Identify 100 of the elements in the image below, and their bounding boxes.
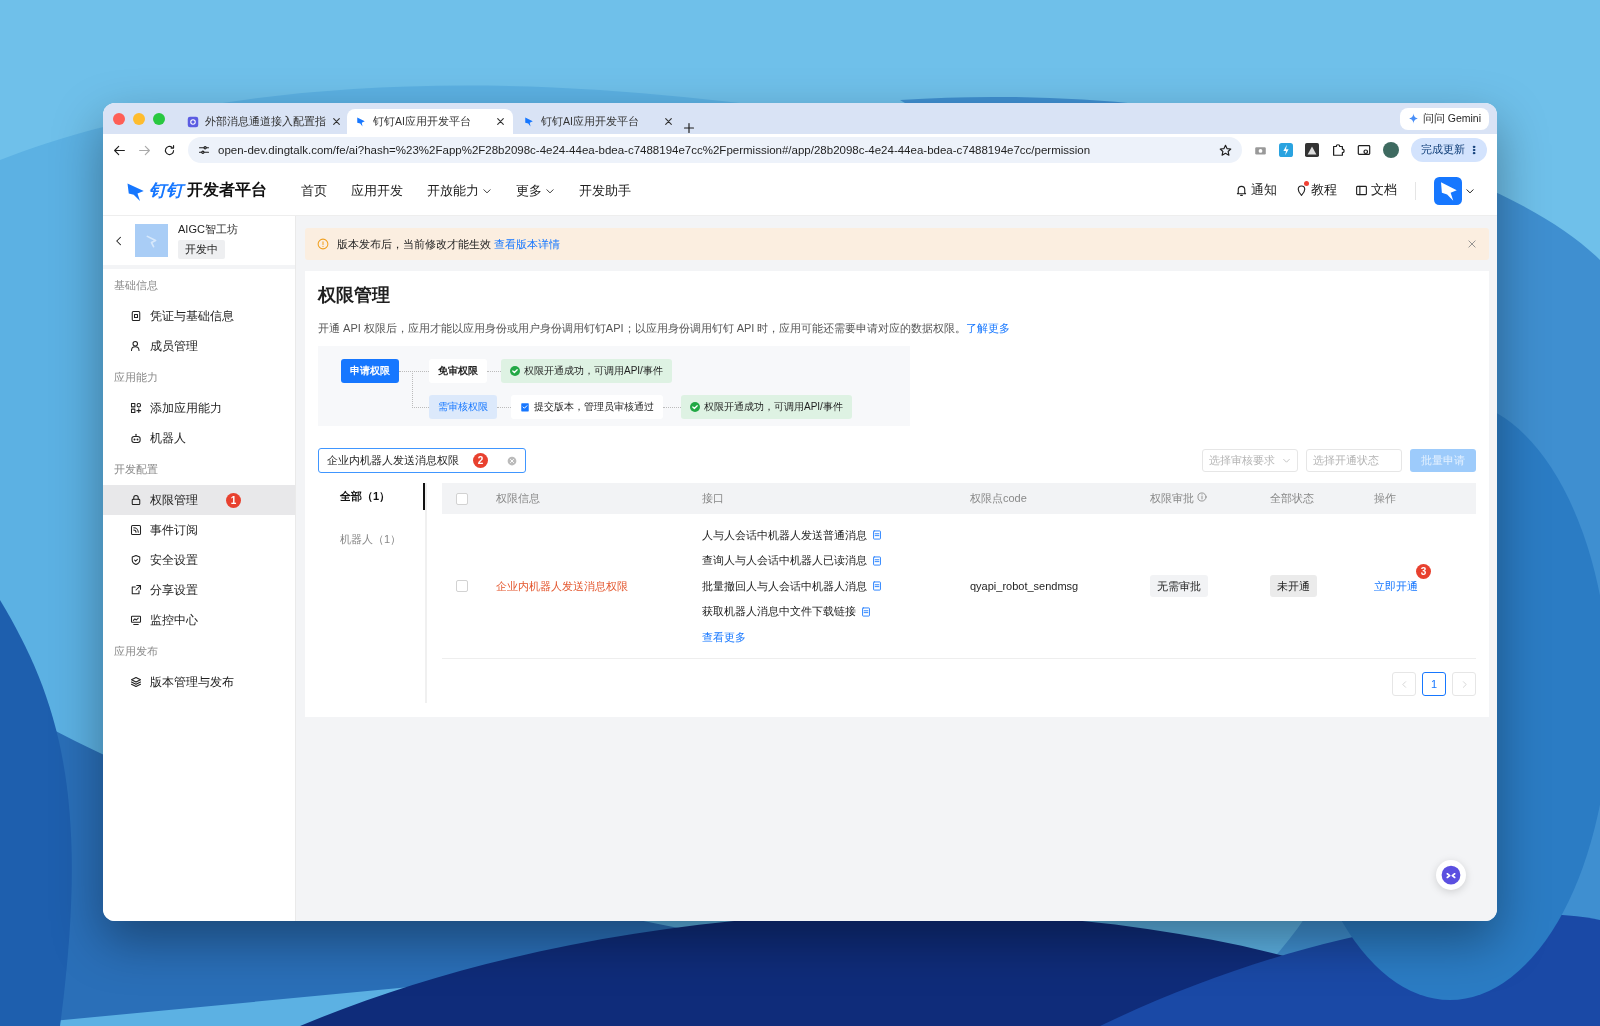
sidebar-section-title: 应用能力 bbox=[113, 370, 159, 385]
view-more-link[interactable]: 查看更多 bbox=[702, 629, 746, 645]
info-icon bbox=[1197, 492, 1208, 502]
zoom-window-button[interactable] bbox=[153, 112, 165, 125]
clipboard-icon bbox=[520, 402, 530, 412]
api-name: 人与人会话中机器人发送普通消息 bbox=[702, 527, 867, 543]
header-link[interactable]: 教程 bbox=[1295, 182, 1337, 199]
sidebar-item[interactable]: 版本管理与发布 bbox=[103, 667, 295, 697]
notice-text: 版本发布后，当前修改才能生效 bbox=[337, 237, 491, 250]
flow-result: 权限开通成功，可调用API/事件 bbox=[681, 395, 852, 419]
flow-step: 提交版本，管理员审核通过 bbox=[511, 395, 663, 419]
clear-icon bbox=[507, 455, 517, 466]
bird-icon bbox=[355, 115, 367, 128]
column-header: 权限点code bbox=[970, 492, 1027, 504]
apply-permission-button[interactable]: 申请权限 bbox=[341, 359, 399, 383]
status-tag: 未开通 bbox=[1270, 574, 1317, 597]
chevron-down-icon bbox=[1282, 456, 1291, 465]
back-icon bbox=[113, 143, 126, 157]
nav-link[interactable]: 开放能力 bbox=[415, 181, 504, 200]
doc-icon bbox=[872, 530, 882, 540]
sidebar-item[interactable]: 分享设置 bbox=[103, 575, 295, 605]
profile-avatar[interactable] bbox=[1383, 142, 1399, 158]
bell-icon bbox=[1235, 184, 1248, 197]
column-header: 接口 bbox=[702, 492, 724, 504]
flow-step: 需审核权限 bbox=[429, 395, 497, 419]
category-tab[interactable]: 机器人（1） bbox=[318, 526, 425, 553]
platform-title: 开发者平台 bbox=[187, 180, 267, 200]
puzzle-icon bbox=[1331, 143, 1345, 157]
header-link[interactable]: 通知 bbox=[1235, 182, 1277, 199]
sidebar-section-title: 应用发布 bbox=[113, 644, 159, 659]
sidebar-item[interactable]: 添加应用能力 bbox=[103, 393, 295, 423]
chat-icon bbox=[1441, 865, 1461, 885]
mountain-icon bbox=[1305, 143, 1319, 157]
browser-tab[interactable]: 钉钉AI应用开发平台 bbox=[347, 109, 513, 134]
sidebar-item[interactable]: 机器人 bbox=[103, 423, 295, 453]
sidebar-item[interactable]: 凭证与基础信息 bbox=[103, 301, 295, 331]
step-badge: 1 bbox=[226, 492, 241, 508]
sidebar-item[interactable]: 成员管理 bbox=[103, 331, 295, 361]
column-header: 全部状态 bbox=[1270, 492, 1314, 504]
previous-page-button[interactable] bbox=[1392, 672, 1416, 696]
minimize-window-button[interactable] bbox=[133, 112, 145, 125]
flow-step: 免审权限 bbox=[429, 359, 487, 383]
layers-icon bbox=[130, 676, 142, 688]
address-bar[interactable]: open-dev.dingtalk.com/fe/ai?hash=%23%2Fapp%2F28b2098c-4e24-44ea-bdea-c7488194e7cc%2Fpermission#/app/28b2098c-4e24-44ea-bdea-c7488194e7cc/permission bbox=[188, 137, 1242, 163]
api-name: 批量撤回人与人会话中机器人消息 bbox=[702, 578, 867, 594]
version-details-link[interactable]: 查看版本详情 bbox=[494, 237, 561, 250]
step-badge: 3 bbox=[1416, 564, 1431, 579]
lightning-icon bbox=[1279, 143, 1293, 157]
row-checkbox[interactable] bbox=[456, 580, 468, 592]
category-tab[interactable]: 全部（1） bbox=[318, 483, 425, 510]
person-icon bbox=[130, 340, 142, 352]
account-menu[interactable] bbox=[1434, 176, 1475, 205]
doc-icon bbox=[872, 555, 882, 566]
approval-tag: 无需审批 bbox=[1150, 574, 1208, 597]
api-name: 查询人与人会话中机器人已读消息 bbox=[702, 553, 867, 568]
enable-now-link[interactable]: 立即开通 bbox=[1374, 579, 1418, 592]
sidebar-item[interactable]: 事件订阅 bbox=[103, 515, 295, 545]
forward-icon bbox=[138, 143, 151, 157]
gemini-button[interactable]: 问问 Gemini bbox=[1399, 107, 1489, 130]
status-tag: 开发中 bbox=[178, 240, 225, 259]
select-all-checkbox[interactable] bbox=[456, 492, 468, 505]
search-field[interactable]: 企业内机器人发送消息权限 2 bbox=[318, 448, 526, 473]
nav-link[interactable]: 首页 bbox=[289, 181, 339, 200]
page-button[interactable]: 1 bbox=[1422, 672, 1446, 696]
shield-icon bbox=[130, 554, 142, 566]
app-icon bbox=[187, 115, 199, 128]
column-header: 权限信息 bbox=[496, 492, 540, 504]
rss-icon bbox=[130, 524, 142, 536]
lock-icon bbox=[130, 494, 142, 506]
sparkle-icon bbox=[1407, 113, 1419, 124]
nav-link[interactable]: 开发助手 bbox=[567, 181, 643, 200]
permission-code: qyapi_robot_sendmsg bbox=[970, 580, 1079, 592]
close-icon bbox=[1467, 239, 1477, 249]
browser-tab[interactable]: 外部消息通道接入配置指 bbox=[179, 109, 345, 134]
nav-link[interactable]: 更多 bbox=[504, 181, 567, 200]
learn-more-link[interactable]: 了解更多 bbox=[966, 322, 1011, 334]
sidebar-item[interactable]: 监控中心 bbox=[103, 605, 295, 635]
header-link[interactable]: 文档 bbox=[1355, 182, 1397, 199]
column-header: 操作 bbox=[1374, 492, 1396, 504]
browser-tab[interactable]: 钉钉AI应用开发平台 bbox=[515, 109, 681, 134]
pin-icon bbox=[1295, 184, 1308, 197]
info-icon bbox=[317, 238, 329, 250]
chevron-left-icon bbox=[1399, 679, 1409, 689]
close-window-button[interactable] bbox=[113, 112, 125, 125]
check-circle-icon bbox=[690, 402, 700, 412]
page-title: 权限管理 bbox=[318, 284, 391, 307]
app-image-icon bbox=[135, 224, 168, 257]
column-header: 权限审批 bbox=[1150, 492, 1194, 504]
nav-link[interactable]: 应用开发 bbox=[339, 181, 415, 200]
tab-search-icon bbox=[1357, 143, 1371, 157]
next-page-button[interactable] bbox=[1452, 672, 1476, 696]
sidebar-item[interactable]: 权限管理 1 bbox=[103, 485, 295, 515]
check-circle-icon bbox=[510, 366, 520, 376]
robot-icon bbox=[130, 432, 142, 444]
sidebar-item[interactable]: 安全设置 bbox=[103, 545, 295, 575]
book-icon bbox=[1355, 184, 1368, 197]
star-icon bbox=[1219, 143, 1232, 157]
api-name: 获取机器人消息中文件下载链接 bbox=[702, 604, 856, 619]
close-icon bbox=[332, 117, 341, 126]
update-button[interactable]: 完成更新 bbox=[1411, 138, 1487, 162]
